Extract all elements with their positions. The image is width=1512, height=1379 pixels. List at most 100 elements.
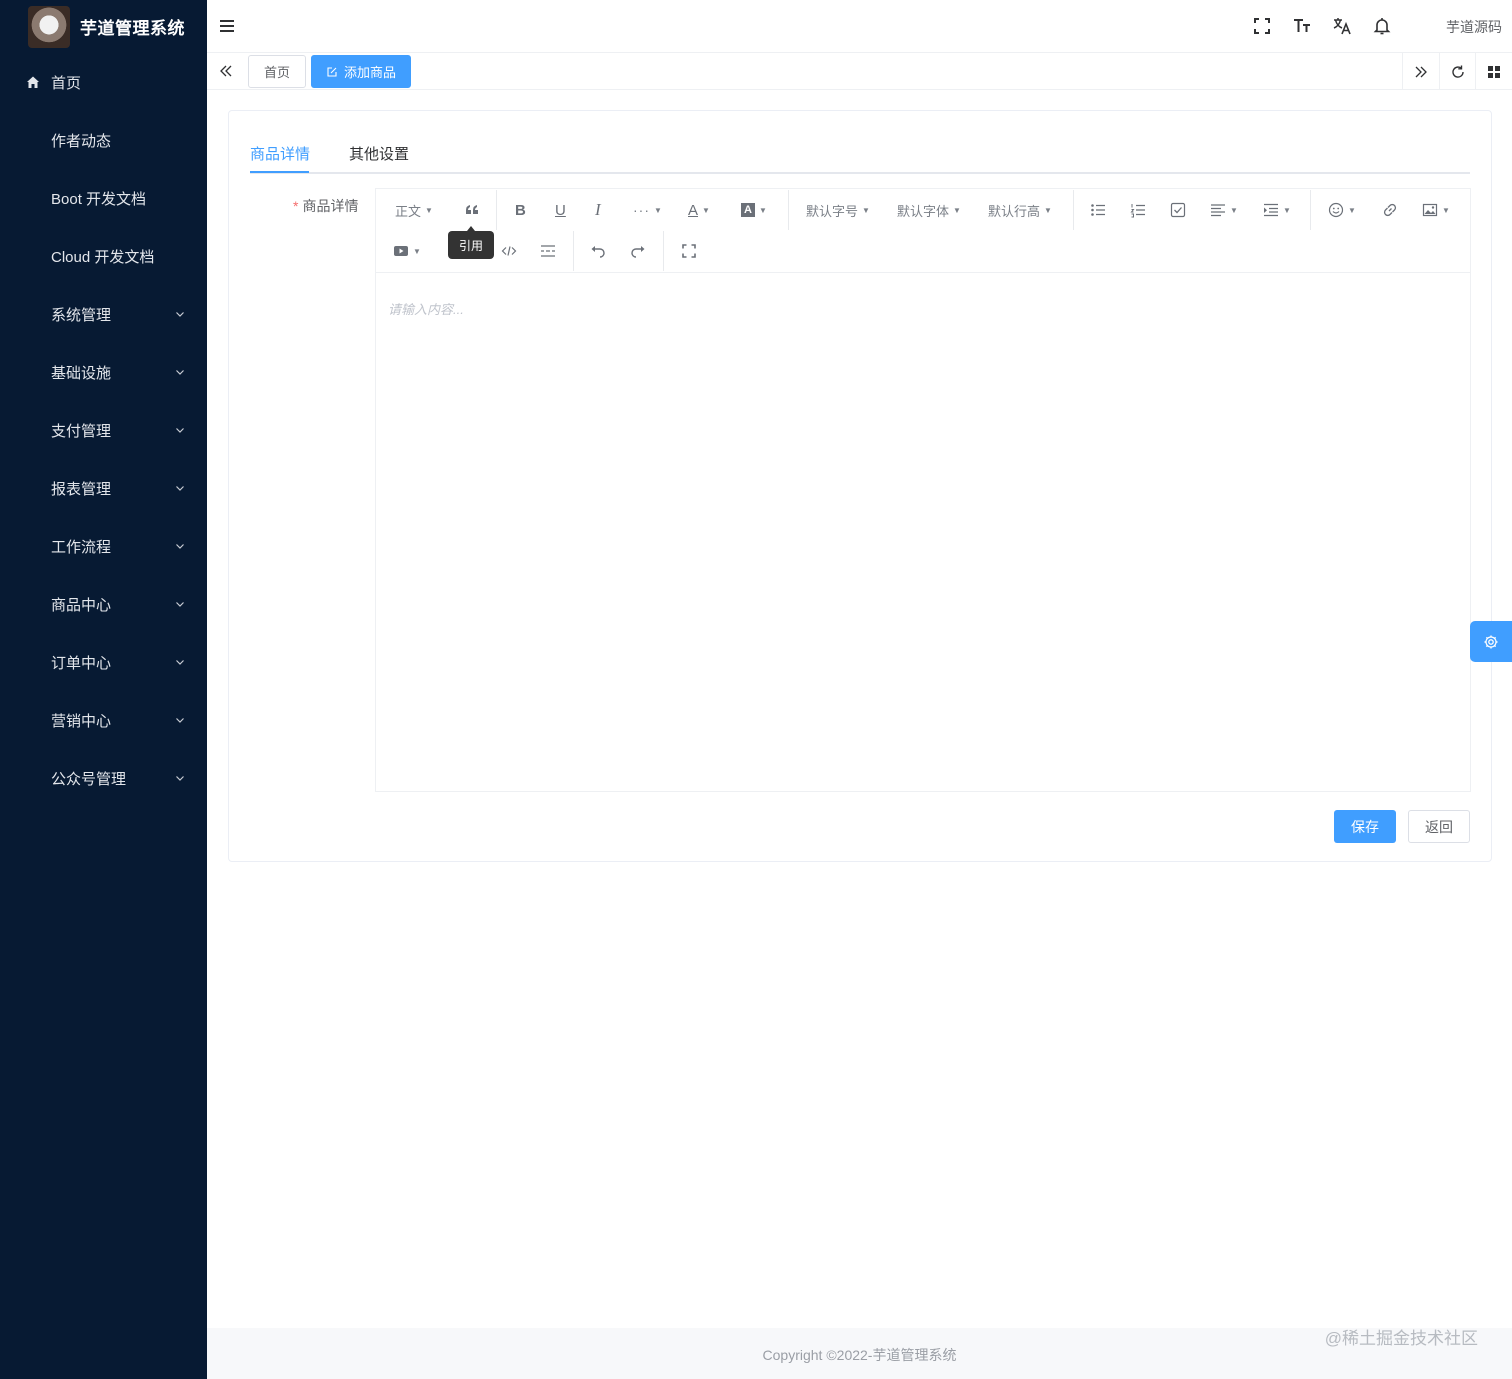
- caret-down-icon: ▼: [759, 205, 767, 215]
- bold-button[interactable]: B: [515, 199, 526, 221]
- translate-icon[interactable]: [1332, 16, 1352, 36]
- sidebar-item-order[interactable]: 订单中心: [0, 633, 207, 691]
- line-height-select[interactable]: 默认行高 ▼: [988, 199, 1052, 221]
- tags-view: 首页 添加商品: [207, 53, 1512, 90]
- undo-button[interactable]: [590, 240, 606, 262]
- fullscreen-icon: [682, 244, 696, 258]
- font-size-select[interactable]: 默认字号 ▼: [806, 199, 870, 221]
- user-name[interactable]: 芋道源码: [1446, 17, 1502, 37]
- back-button[interactable]: 返回: [1408, 810, 1470, 843]
- caret-down-icon: ▼: [1283, 205, 1291, 215]
- double-left-icon[interactable]: [217, 62, 235, 80]
- font-family-select[interactable]: 默认字体 ▼: [897, 199, 961, 221]
- logo-row[interactable]: 芋道管理系统: [0, 0, 207, 53]
- code-block-button[interactable]: [501, 240, 517, 262]
- tags-menu-button[interactable]: [1475, 53, 1512, 90]
- sidebar-item-report[interactable]: 报表管理: [0, 459, 207, 517]
- editor-toolbar: 正文 ▼ B U I ··· ▼ A ▼ A ▼ 默认字号 ▼ 默认字体 ▼ 默…: [376, 189, 1470, 273]
- tab-product-detail[interactable]: 商品详情: [250, 143, 310, 164]
- more-style-button[interactable]: ··· ▼: [633, 199, 662, 221]
- menu-fold-icon[interactable]: [219, 18, 235, 34]
- sidebar-item-label: 报表管理: [51, 480, 112, 498]
- footer: Copyright ©2022-芋道管理系统 @稀土掘金技术社区: [207, 1328, 1512, 1379]
- underline-button[interactable]: U: [555, 199, 566, 221]
- tag-label: 添加商品: [343, 65, 396, 80]
- video-icon: [394, 246, 408, 256]
- chevron-down-icon: [176, 312, 184, 317]
- bell-icon[interactable]: [1372, 16, 1392, 36]
- insert-video-button[interactable]: ▼: [393, 240, 421, 262]
- numbered-list-button[interactable]: [1130, 199, 1146, 221]
- editor-placeholder[interactable]: 请输入内容...: [388, 299, 464, 318]
- chevron-down-icon: [176, 718, 184, 723]
- paragraph-select[interactable]: 正文 ▼: [395, 199, 433, 221]
- fullscreen-icon[interactable]: [1252, 16, 1272, 36]
- tag-add-product[interactable]: 添加商品: [311, 55, 411, 88]
- sidebar-item-label: 营销中心: [51, 712, 112, 730]
- home-icon: [27, 76, 39, 88]
- sidebar-item-marketing[interactable]: 营销中心: [0, 691, 207, 749]
- double-right-icon: [1415, 66, 1427, 77]
- insert-link-button[interactable]: [1382, 199, 1398, 221]
- refresh-icon: [1452, 65, 1464, 78]
- chevron-down-icon: [176, 660, 184, 665]
- sidebar-item-workflow[interactable]: 工作流程: [0, 517, 207, 575]
- sidebar-item-pay[interactable]: 支付管理: [0, 401, 207, 459]
- bg-color-icon: A: [741, 203, 755, 217]
- bulleted-list-button[interactable]: [1090, 199, 1106, 221]
- todo-button[interactable]: [1170, 199, 1186, 221]
- tag-home[interactable]: 首页: [248, 55, 306, 88]
- bold-icon: B: [515, 201, 526, 219]
- chevron-down-icon: [176, 370, 184, 375]
- sidebar-item-label: Boot 开发文档: [51, 190, 147, 208]
- sidebar-item-label: 公众号管理: [51, 770, 127, 788]
- settings-button[interactable]: [1470, 621, 1512, 662]
- divider-button[interactable]: [540, 240, 556, 262]
- sidebar-item-label: 作者动态: [51, 132, 112, 150]
- sidebar-item-author-news[interactable]: 作者动态: [0, 111, 207, 169]
- sidebar-item-label: Cloud 开发文档: [51, 248, 155, 266]
- caret-down-icon: ▼: [702, 205, 710, 215]
- copyright-text: Copyright ©2022-芋道管理系统: [762, 1347, 957, 1363]
- font-color-button[interactable]: A ▼: [688, 199, 710, 221]
- link-icon: [1383, 203, 1397, 217]
- editor-fullscreen-button[interactable]: [681, 240, 697, 262]
- tab-other-settings[interactable]: 其他设置: [349, 143, 409, 164]
- font-color-icon: A: [688, 201, 699, 219]
- refresh-button[interactable]: [1439, 53, 1476, 90]
- scroll-right-button[interactable]: [1402, 53, 1439, 90]
- indent-button[interactable]: ▼: [1263, 199, 1291, 221]
- sidebar-item-product[interactable]: 商品中心: [0, 575, 207, 633]
- sidebar-item-system[interactable]: 系统管理: [0, 285, 207, 343]
- logo-image: [28, 5, 70, 48]
- chevron-down-icon: [176, 486, 184, 491]
- bg-color-button[interactable]: A ▼: [741, 199, 767, 221]
- toolbar-divider: [1310, 190, 1311, 230]
- align-left-icon: [1211, 204, 1225, 217]
- toolbar-divider: [496, 190, 497, 230]
- undo-icon: [591, 246, 605, 258]
- sidebar-item-label: 基础设施: [51, 364, 112, 382]
- redo-button[interactable]: [630, 240, 646, 262]
- font-size-icon[interactable]: [1292, 16, 1312, 36]
- quote-button[interactable]: [464, 199, 480, 221]
- emotion-button[interactable]: ▼: [1328, 199, 1356, 221]
- paragraph-label: 正文: [395, 203, 422, 219]
- insert-image-button[interactable]: ▼: [1422, 199, 1450, 221]
- sidebar-item-infra[interactable]: 基础设施: [0, 343, 207, 401]
- more-icon: ···: [633, 202, 650, 218]
- bulleted-list-icon: [1091, 204, 1105, 216]
- chevron-down-icon: [176, 544, 184, 549]
- sidebar-item-boot-docs[interactable]: Boot 开发文档: [0, 169, 207, 227]
- toolbar-divider: [788, 190, 789, 230]
- app-title: 芋道管理系统: [80, 19, 185, 38]
- justify-button[interactable]: ▼: [1210, 199, 1238, 221]
- save-button[interactable]: 保存: [1334, 810, 1396, 843]
- chevron-down-icon: [176, 602, 184, 607]
- sidebar-item-cloud-docs[interactable]: Cloud 开发文档: [0, 227, 207, 285]
- sidebar-item-mp[interactable]: 公众号管理: [0, 749, 207, 807]
- redo-icon: [631, 246, 645, 258]
- sidebar-item-home[interactable]: 首页: [0, 53, 207, 111]
- italic-button[interactable]: I: [595, 199, 601, 221]
- form-label-product-detail: * 商品详情: [293, 196, 358, 216]
